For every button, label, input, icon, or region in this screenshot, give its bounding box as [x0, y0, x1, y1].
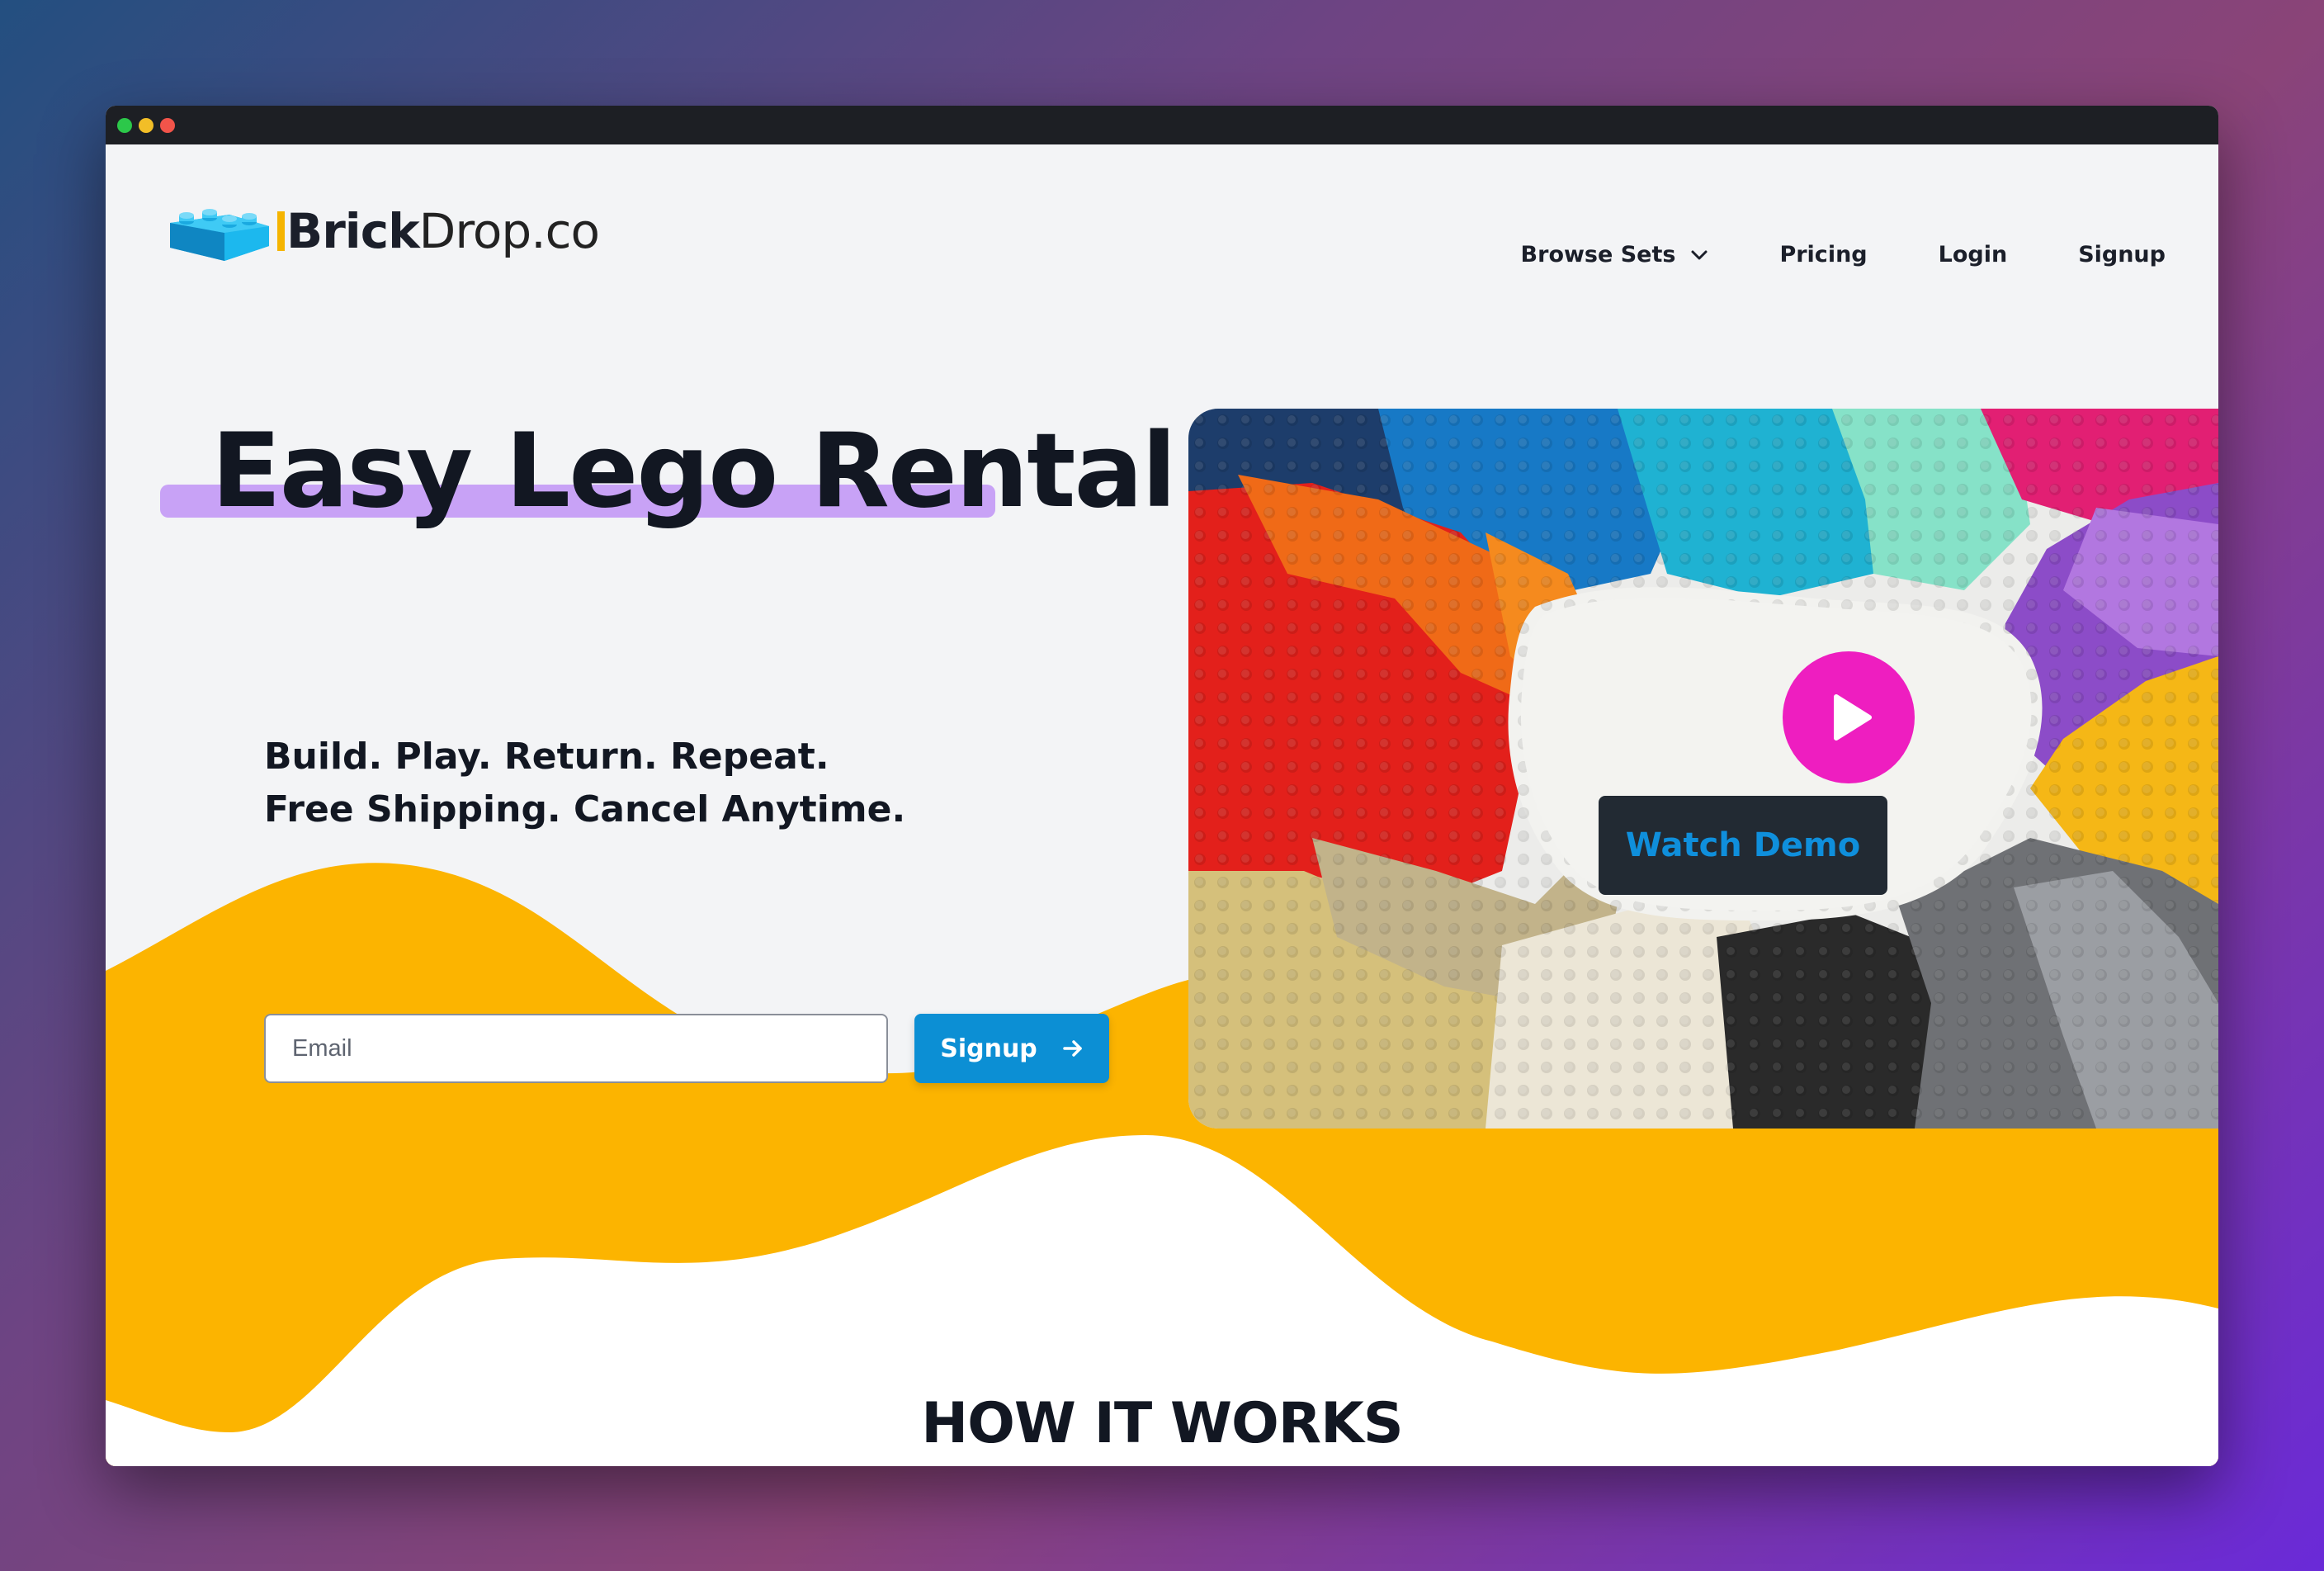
email-input[interactable]: [264, 1014, 888, 1083]
hero-signup-button[interactable]: Signup: [914, 1014, 1109, 1083]
maximize-button[interactable]: [117, 118, 132, 133]
landing-page: BrickDrop.co Browse Sets Pricing Login S…: [106, 144, 2218, 1466]
nav-browse-sets-label: Browse Sets: [1520, 242, 1676, 267]
window-titlebar: [106, 106, 2218, 144]
brand-logo[interactable]: BrickDrop.co: [167, 194, 600, 268]
nav-pricing[interactable]: Pricing: [1779, 242, 1867, 267]
play-button[interactable]: [1783, 651, 1915, 783]
hero-signup-label: Signup: [940, 1034, 1037, 1063]
nav-signup[interactable]: Signup: [2078, 242, 2166, 267]
hero-title-block: Easy Lego Rental: [160, 392, 1177, 574]
close-button[interactable]: [160, 118, 175, 133]
hero-title: Easy Lego Rental: [211, 412, 1177, 531]
chevron-down-icon: [1691, 250, 1708, 259]
arrow-right-icon: [1063, 1040, 1082, 1057]
browser-window: BrickDrop.co Browse Sets Pricing Login S…: [106, 106, 2218, 1466]
main-nav: Browse Sets Pricing Login Signup: [1521, 242, 2166, 267]
brand-name: BrickDrop.co: [277, 203, 600, 259]
hero-tagline: Build. Play. Return. Repeat. Free Shippi…: [264, 731, 905, 836]
tagline-line-2: Free Shipping. Cancel Anytime.: [264, 788, 906, 830]
lego-bricks-image: [1188, 409, 2218, 1129]
play-icon: [1834, 694, 1872, 741]
tagline-line-1: Build. Play. Return. Repeat.: [264, 736, 829, 778]
lego-brick-icon: [170, 209, 269, 261]
demo-video[interactable]: Watch Demo: [1188, 409, 2218, 1129]
nav-browse-sets[interactable]: Browse Sets: [1521, 242, 1709, 267]
minimize-button[interactable]: [139, 118, 154, 133]
watch-demo-button[interactable]: Watch Demo: [1599, 796, 1887, 895]
nav-login[interactable]: Login: [1939, 242, 2008, 267]
how-it-works-title: HOW IT WORKS: [921, 1391, 1404, 1456]
